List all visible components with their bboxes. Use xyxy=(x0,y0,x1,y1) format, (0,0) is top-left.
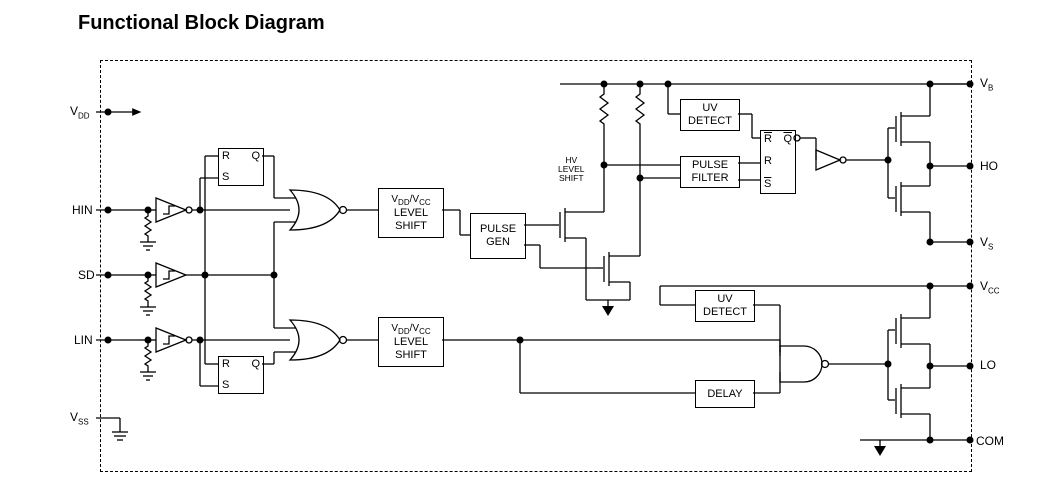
node xyxy=(967,81,974,88)
node xyxy=(665,81,672,88)
node xyxy=(967,363,974,370)
node xyxy=(105,337,112,344)
node xyxy=(637,175,644,182)
node xyxy=(105,272,112,279)
node xyxy=(885,157,892,164)
node xyxy=(105,207,112,214)
hv-nmos-right xyxy=(596,245,640,286)
node xyxy=(967,239,974,246)
node xyxy=(927,163,934,170)
node xyxy=(927,363,934,370)
node xyxy=(202,272,209,279)
node xyxy=(967,163,974,170)
node xyxy=(517,337,524,344)
node xyxy=(145,207,152,214)
node xyxy=(927,239,934,246)
node xyxy=(927,283,934,290)
node xyxy=(885,361,892,368)
hv-nmos-left xyxy=(552,200,604,242)
node xyxy=(145,272,152,279)
node xyxy=(271,272,278,279)
nand-lo xyxy=(780,346,829,382)
ho-driver xyxy=(888,112,930,216)
nor-top xyxy=(290,190,347,230)
node xyxy=(145,337,152,344)
lo-driver xyxy=(888,314,930,418)
node xyxy=(105,109,112,116)
node xyxy=(967,283,974,290)
inverter-ho xyxy=(816,150,846,170)
node xyxy=(927,437,934,444)
node xyxy=(927,81,934,88)
node xyxy=(601,81,608,88)
node xyxy=(637,81,644,88)
node xyxy=(967,437,974,444)
node xyxy=(197,207,204,214)
nor-bot xyxy=(290,320,347,360)
node xyxy=(601,162,608,169)
wiring-svg xyxy=(0,0,1044,503)
node xyxy=(197,337,204,344)
